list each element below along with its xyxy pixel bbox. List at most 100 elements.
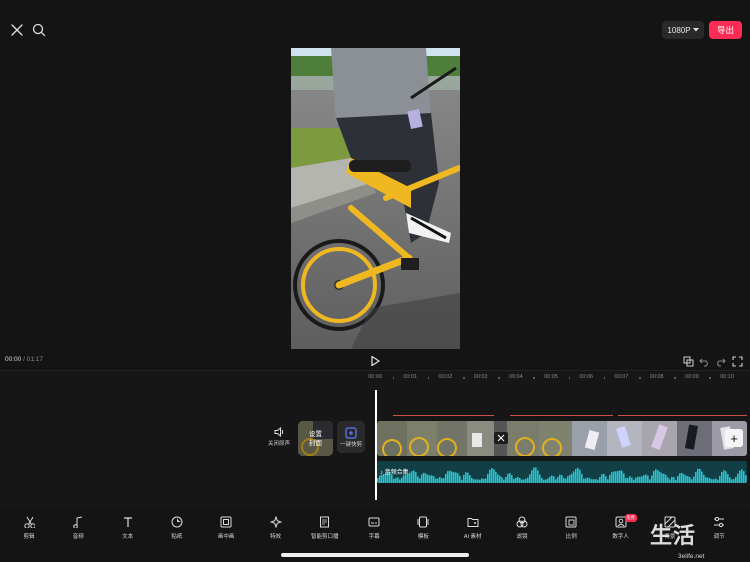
keyframe-icon[interactable] — [683, 354, 694, 367]
quick-cut-label: 一键快剪 — [339, 442, 362, 448]
ruler-tick: 00:06 — [579, 374, 594, 380]
ruler-dot — [427, 377, 430, 379]
total-time: 01:17 — [26, 356, 43, 363]
tool-label: 音频 — [72, 534, 84, 540]
sticker-icon — [171, 516, 183, 528]
video-preview[interactable] — [291, 48, 460, 349]
tool-label: 数字人 — [612, 534, 629, 540]
music-note-icon: ♪ — [380, 470, 383, 476]
mute-original-button[interactable]: 关闭原声 — [264, 427, 294, 447]
watermark-url: 3elife.net — [678, 553, 705, 560]
audio-label-text: 音频合集 — [384, 470, 409, 476]
export-button[interactable]: 导出 — [709, 21, 742, 39]
speaker-icon — [274, 427, 283, 437]
set-cover-label: 设置 封面 — [298, 421, 333, 456]
tool-label: 滤镜 — [516, 534, 528, 540]
ruler-dot — [639, 377, 641, 379]
ruler-dot — [463, 377, 465, 379]
ruler-dot — [603, 377, 606, 379]
tool-label: 模板 — [417, 534, 429, 540]
ruler-tick: 00:09 — [684, 374, 699, 380]
tool-label: 特效 — [269, 534, 281, 540]
watermark-logo: 生活 — [650, 523, 697, 548]
ruler-tick: 00:01 — [403, 374, 418, 380]
tool-sticker-button[interactable]: 贴纸 — [157, 516, 197, 540]
quick-cut-icon — [345, 427, 357, 439]
template-icon — [417, 516, 429, 528]
ruler-tick: 00:08 — [649, 374, 664, 380]
search-icon[interactable] — [30, 21, 48, 39]
clip-range-indicator — [393, 415, 494, 416]
tool-digital-human-button[interactable]: 数字人 免费 — [601, 514, 641, 540]
home-indicator[interactable] — [281, 553, 469, 557]
timecode: 00:00 / 01:17 — [5, 356, 43, 363]
tool-label: 画中画 — [217, 534, 235, 540]
fullscreen-icon[interactable] — [732, 354, 743, 367]
ruler-tick: 00:04 — [508, 374, 523, 380]
ruler-dot — [709, 377, 711, 379]
close-icon[interactable] — [8, 21, 26, 39]
tool-ai-material-button[interactable]: AI 素材 — [453, 516, 493, 540]
resolution-button[interactable]: 1080P — [662, 21, 704, 39]
caret-down-icon — [692, 28, 699, 32]
mute-original-label: 关闭原声 — [267, 441, 290, 447]
music-note-icon — [73, 516, 83, 528]
script-icon — [319, 516, 329, 528]
ruler-dot — [674, 377, 676, 379]
audio-track[interactable] — [377, 461, 747, 483]
resolution-label: 1080P — [667, 25, 691, 35]
ruler-dot — [568, 377, 571, 379]
current-time: 00:00 — [5, 356, 22, 363]
tool-label: AI 素材 — [463, 534, 482, 540]
tool-audio-button[interactable]: 音频 — [58, 516, 98, 540]
clip-range-indicator — [618, 415, 747, 416]
add-clip-button[interactable]: + — [725, 429, 743, 447]
time-ruler[interactable]: 00:00 00:01 00:02 00:03 00:04 00:05 00:06 00:07… — [0, 374, 750, 384]
video-track[interactable] — [377, 421, 747, 456]
tool-effects-button[interactable]: 特效 — [256, 516, 296, 540]
tool-pip-button[interactable]: 画中画 — [206, 516, 246, 540]
ruler-dot — [392, 377, 395, 379]
ratio-icon — [565, 516, 577, 528]
tool-smart-script-button[interactable]: 智能剪口播 — [305, 516, 345, 540]
tool-label: 文本 — [122, 534, 134, 540]
undo-icon[interactable] — [699, 354, 710, 367]
sparkle-star-icon — [269, 516, 282, 528]
free-badge: 免费 — [624, 514, 637, 522]
tool-label: 比例 — [565, 534, 577, 540]
tool-cut-button[interactable]: 剪辑 — [9, 516, 49, 540]
playhead[interactable] — [375, 390, 377, 500]
clip-thumbnails — [377, 421, 747, 456]
clip-range-indicator — [510, 415, 613, 416]
ruler-tick: 00:03 — [473, 374, 488, 380]
scissors-icon — [24, 516, 35, 528]
watermark: 生活 3elife.net — [648, 518, 750, 562]
tool-filter-button[interactable]: 滤镜 — [502, 516, 542, 540]
ruler-tick: 00:07 — [614, 374, 629, 380]
tool-subtitle-button[interactable]: 字幕 — [354, 516, 394, 540]
set-cover-button[interactable]: 设置 封面 — [298, 421, 333, 456]
ruler-tick: 00:00 — [368, 374, 382, 380]
ruler-tick: 00:10 — [720, 374, 734, 380]
quick-cut-button[interactable]: 一键快剪 — [337, 421, 365, 453]
pip-icon — [220, 516, 232, 528]
filter-icon — [516, 516, 528, 528]
ruler-tick: 00:05 — [544, 374, 558, 380]
text-t-icon — [123, 517, 132, 527]
redo-icon[interactable] — [715, 354, 726, 367]
tool-label: 智能剪口播 — [311, 534, 339, 540]
ruler-tick: 00:02 — [438, 374, 453, 380]
ruler-dot — [533, 377, 535, 379]
ruler-dot — [498, 377, 500, 379]
tool-ratio-button[interactable]: 比例 — [551, 516, 591, 540]
subtitle-icon — [368, 517, 380, 527]
tool-label: 字幕 — [368, 534, 380, 540]
audio-track-label: ♪ 音频合集 — [380, 467, 409, 476]
tool-template-button[interactable]: 模板 — [403, 516, 443, 540]
play-icon[interactable] — [369, 354, 381, 367]
bottom-toolbar: 剪辑 音频 文本 贴纸 画中画 特效 智能剪口播 字幕 模板 AI 素材 滤镜 比例 数字人 免费 背景 调节 — [0, 514, 750, 546]
tool-text-button[interactable]: 文本 — [108, 516, 148, 540]
transition-icon[interactable] — [494, 432, 508, 444]
ai-folder-icon — [467, 518, 479, 527]
tool-label: 剪辑 — [23, 534, 35, 540]
